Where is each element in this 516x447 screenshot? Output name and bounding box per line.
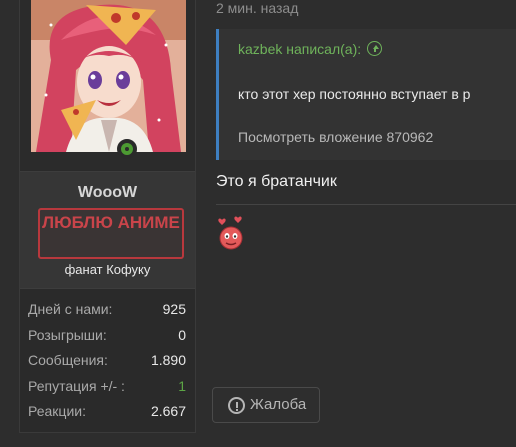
stat-label: Репутация +/- : <box>28 377 125 394</box>
quote-block: kazbek написал(а): кто этот хер постоянн… <box>216 29 516 160</box>
username[interactable]: WoooW <box>20 184 195 202</box>
avatar-image <box>31 0 186 152</box>
stat-row-days: Дней с нами: 925 <box>20 298 195 324</box>
stat-value: 0 <box>178 326 186 343</box>
smiley-icon <box>218 216 243 250</box>
jump-to-quote-icon[interactable] <box>367 41 383 56</box>
stat-label: Сообщения: <box>28 352 108 368</box>
stat-value: 1.890 <box>150 352 186 368</box>
avatar[interactable] <box>31 0 186 152</box>
post-timestamp[interactable]: 2 мин. назад <box>216 0 298 16</box>
forum-post: WoooW ЛЮБЛЮ АНИМЕ фанат Кофуку Дней с на… <box>0 0 516 447</box>
quote-text: кто этот хер постоянно вступает в р <box>238 86 471 102</box>
stat-row-giveaways: Розыгрыши: 0 <box>20 324 195 350</box>
stat-value: 925 <box>162 301 186 317</box>
attachment-link[interactable]: Посмотреть вложение 870962 <box>238 129 433 145</box>
avatar-area <box>20 0 195 170</box>
online-status-icon <box>117 139 137 159</box>
post-message: Это я братанчик <box>216 173 337 190</box>
quote-author-link[interactable]: kazbek написал(а): <box>238 41 383 57</box>
report-label: Жалоба <box>250 396 307 413</box>
stat-value: 2.667 <box>150 403 186 419</box>
user-stats: Дней с нами: 925 Розыгрыши: 0 Сообщения:… <box>20 298 195 426</box>
stat-label: Розыгрыши: <box>28 326 107 343</box>
user-name-block: WoooW ЛЮБЛЮ АНИМЕ фанат Кофуку <box>20 171 195 289</box>
stat-value: 1 <box>178 377 186 394</box>
warning-icon <box>228 397 245 414</box>
user-banner: ЛЮБЛЮ АНИМЕ <box>38 208 184 259</box>
stat-row-reactions: Реакции: 2.667 <box>20 400 195 426</box>
stat-label: Реакции: <box>28 403 86 419</box>
report-button[interactable]: Жалоба <box>212 387 320 423</box>
quote-author[interactable]: kazbek написал(а): <box>238 41 361 57</box>
stat-label: Дней с нами: <box>28 301 113 317</box>
user-info-panel: WoooW ЛЮБЛЮ АНИМЕ фанат Кофуку Дней с на… <box>19 0 196 433</box>
stat-row-messages: Сообщения: 1.890 <box>20 349 195 375</box>
user-title: фанат Кофуку <box>64 262 151 277</box>
stat-row-reputation: Репутация +/- : 1 <box>20 375 195 401</box>
divider <box>216 204 516 205</box>
